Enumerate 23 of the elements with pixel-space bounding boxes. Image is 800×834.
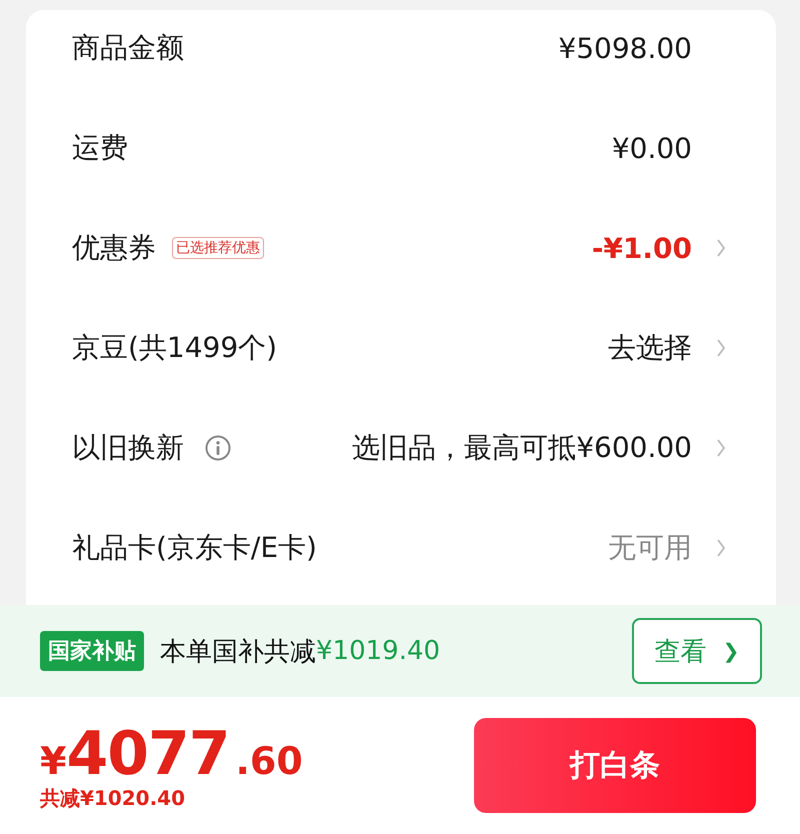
subsidy-amount: ¥1019.40 xyxy=(316,636,440,666)
row-label: 京豆(共1499个) xyxy=(72,330,278,366)
info-icon[interactable] xyxy=(204,434,232,462)
chevron-icon[interactable] xyxy=(716,238,726,258)
promo-tag: 已选推荐优惠 xyxy=(172,237,264,259)
row-value: 无可用 xyxy=(608,530,692,566)
row-label: 运费 xyxy=(72,130,128,166)
row-label: 礼品卡(京东卡/E卡) xyxy=(72,530,317,566)
row-value: -¥1.00 xyxy=(592,232,692,264)
row-value: ¥5098.00 xyxy=(558,32,692,64)
subsidy-text: 本单国补共减 xyxy=(160,636,316,668)
row-label: 以旧换新 xyxy=(72,430,184,466)
chevron-icon[interactable] xyxy=(716,338,726,358)
row-label: 商品金额 xyxy=(72,30,184,66)
row-value: 选旧品，最高可抵¥600.00 xyxy=(352,430,692,466)
chevron-icon[interactable] xyxy=(716,538,726,558)
chevron-icon[interactable] xyxy=(716,438,726,458)
row-value: 去选择 xyxy=(608,330,692,366)
pay-button[interactable]: 打白条 xyxy=(474,718,756,813)
view-button[interactable]: 查看 ❯ xyxy=(632,618,762,684)
subsidy-badge: 国家补贴 xyxy=(40,631,144,671)
row-label: 优惠券 xyxy=(72,230,156,266)
row-value: ¥0.00 xyxy=(612,132,692,164)
